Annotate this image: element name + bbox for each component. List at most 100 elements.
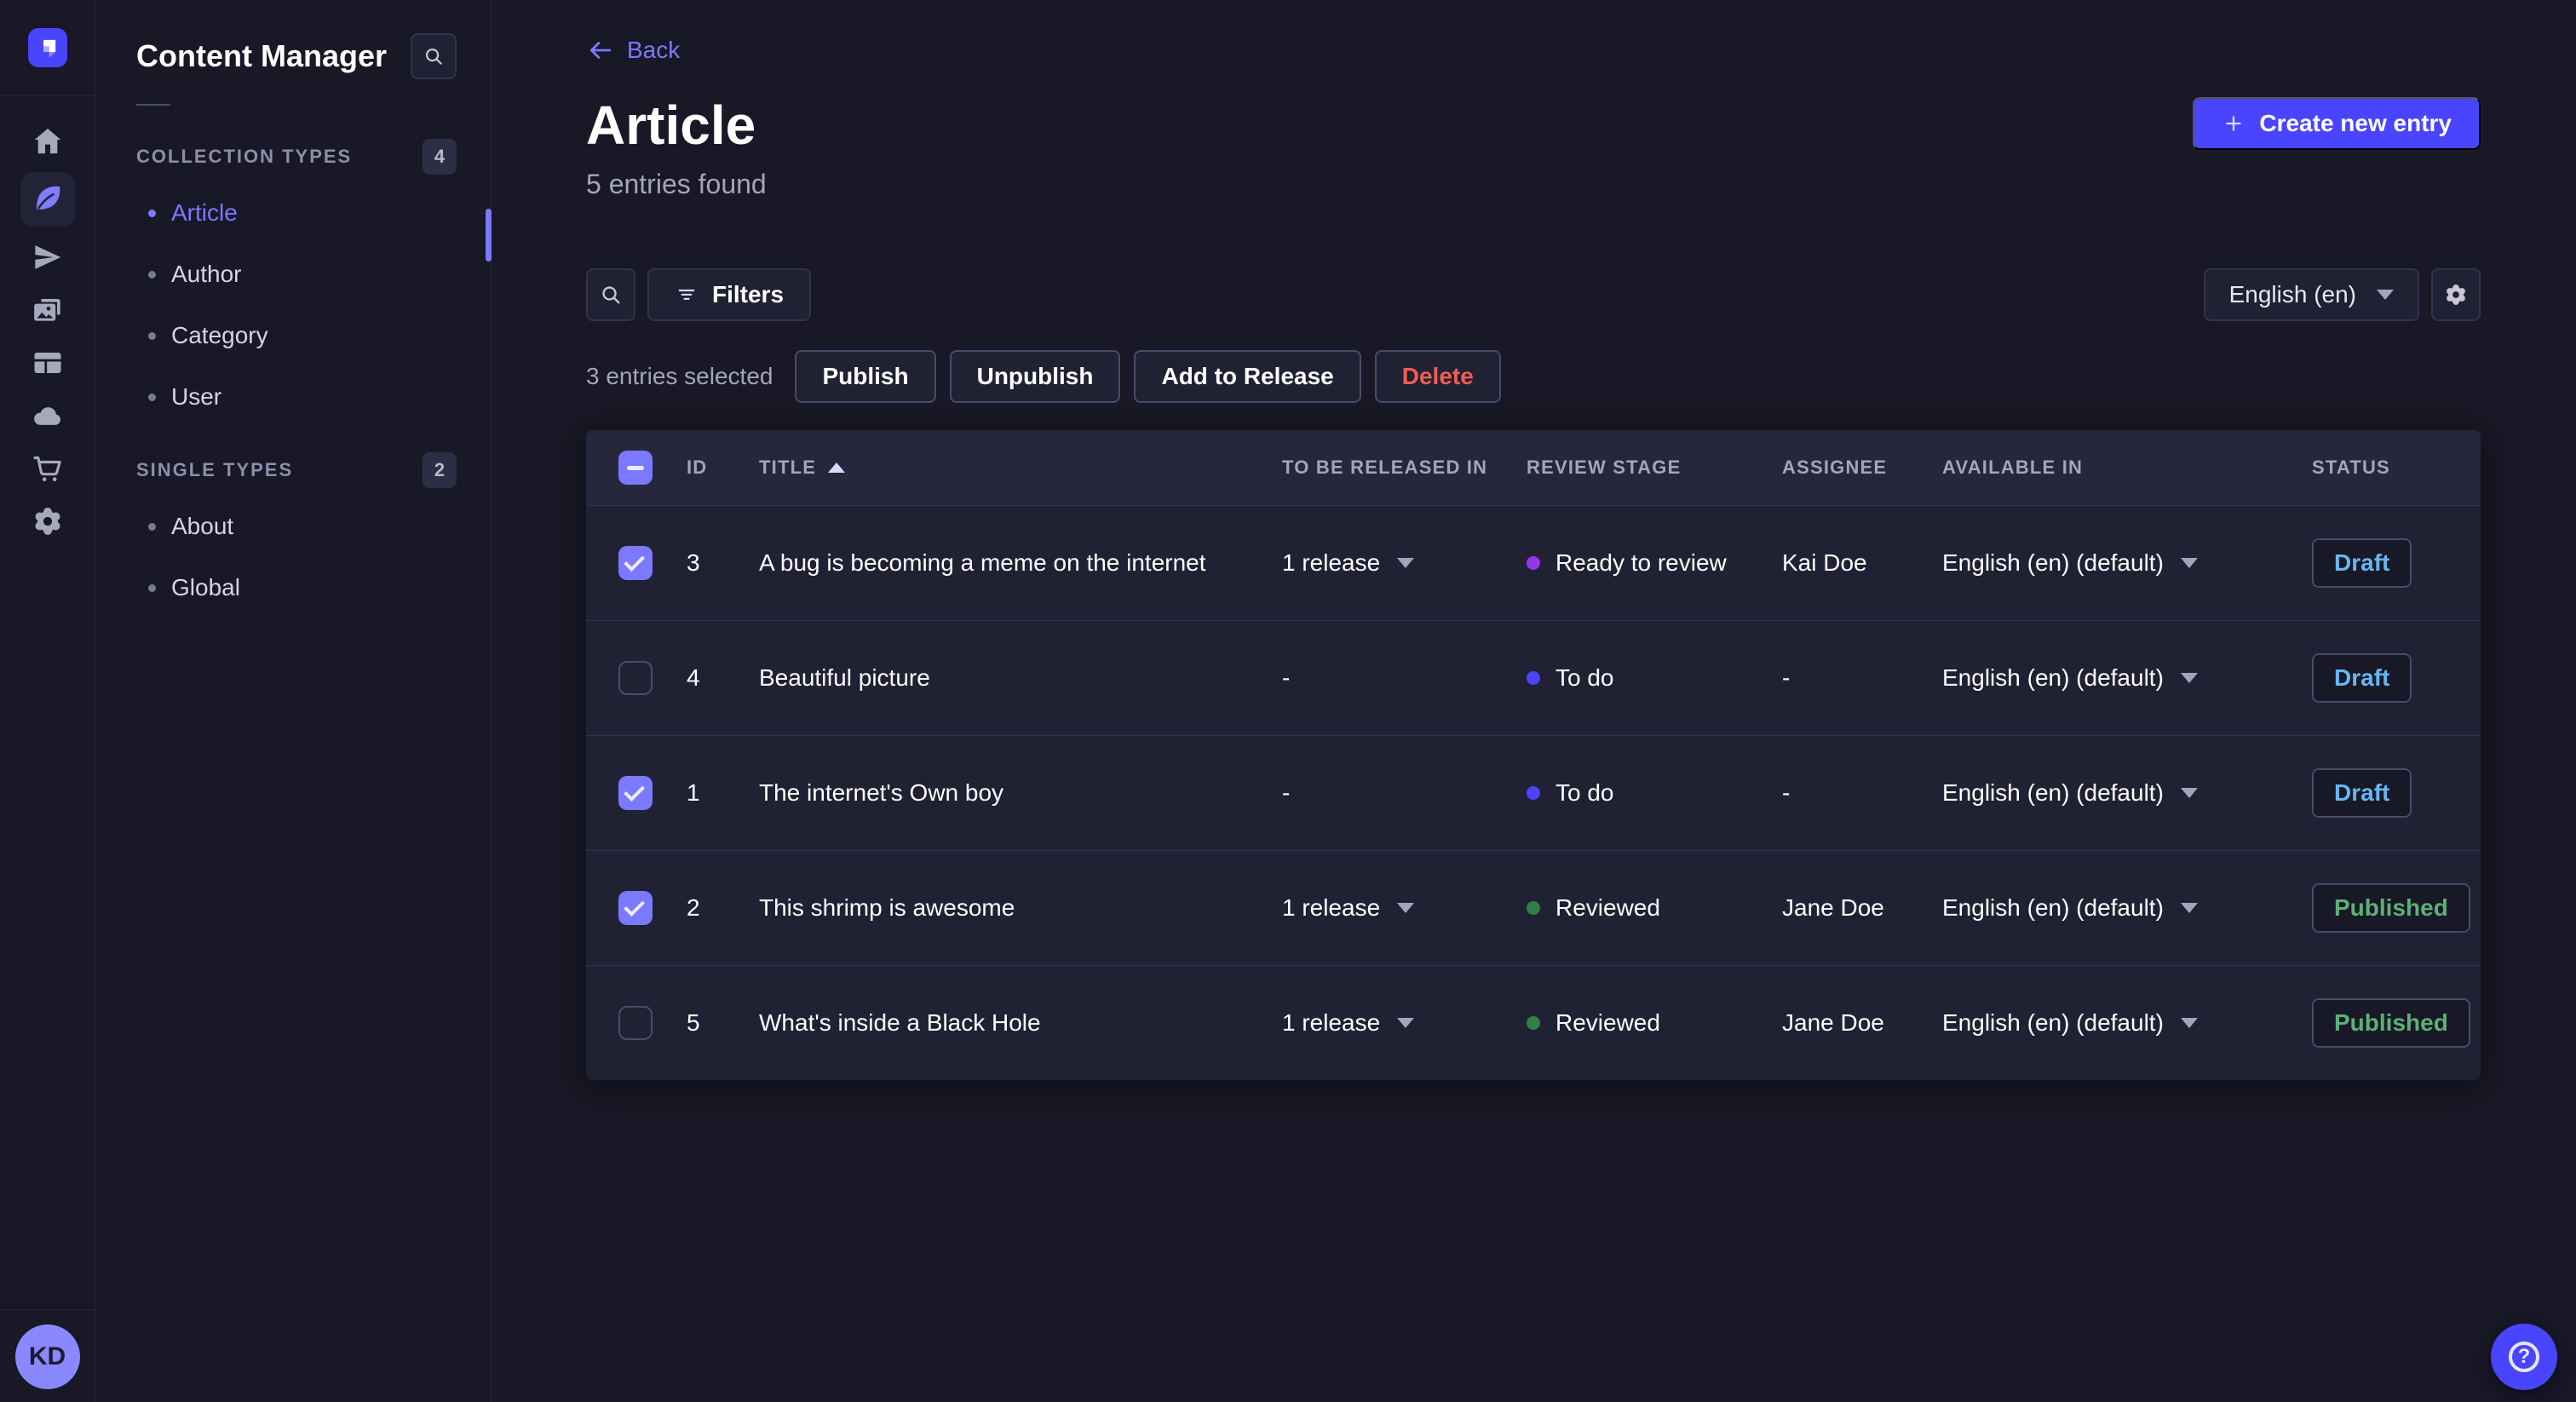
sidebar-item-label: About bbox=[171, 513, 234, 539]
cell-available-in[interactable]: English (en) (default) bbox=[1942, 664, 2312, 692]
user-avatar[interactable]: KD bbox=[14, 1324, 80, 1389]
subnav-search-button[interactable] bbox=[411, 33, 457, 79]
cell-review-stage: Ready to review bbox=[1527, 549, 1782, 577]
table-row[interactable]: 2 This shrimp is awesome 1 release Revie… bbox=[586, 850, 2481, 965]
stage-dot-icon bbox=[1527, 901, 1540, 915]
cell-title: A bug is becoming a meme on the internet bbox=[759, 549, 1206, 576]
chevron-down-icon[interactable] bbox=[2180, 903, 2198, 913]
cell-assignee: Jane Doe bbox=[1782, 1009, 1884, 1036]
table-header-row: ID TITLE TO BE RELEASED IN REVIEW STAGE … bbox=[586, 430, 2481, 505]
create-new-entry-label: Create new entry bbox=[2259, 110, 2452, 136]
column-header-released-in[interactable]: TO BE RELEASED IN bbox=[1282, 457, 1527, 479]
media-library-icon[interactable] bbox=[20, 284, 75, 336]
cell-released-in[interactable]: 1 release bbox=[1282, 894, 1527, 922]
rail-nav bbox=[0, 96, 95, 548]
marketplace-cart-icon[interactable] bbox=[20, 442, 75, 495]
bullet-icon bbox=[148, 583, 156, 592]
chevron-down-icon[interactable] bbox=[1397, 903, 1415, 913]
cell-available-in[interactable]: English (en) (default) bbox=[1942, 894, 2312, 922]
cell-assignee: Kai Doe bbox=[1782, 549, 1867, 576]
row-checkbox[interactable] bbox=[618, 776, 653, 810]
status-badge: Published bbox=[2312, 883, 2470, 933]
main-content: Back Article 5 entries found Create new … bbox=[492, 0, 2576, 1402]
cell-review-stage: To do bbox=[1527, 664, 1782, 692]
back-arrow-icon bbox=[589, 42, 612, 59]
chevron-down-icon[interactable] bbox=[2180, 558, 2198, 568]
cloud-icon[interactable] bbox=[20, 389, 75, 442]
chevron-down-icon[interactable] bbox=[1397, 1018, 1415, 1028]
row-checkbox[interactable] bbox=[618, 1006, 653, 1040]
help-button[interactable]: ? bbox=[2491, 1324, 2557, 1390]
chevron-down-icon[interactable] bbox=[2180, 673, 2198, 683]
sidebar-item-label: Global bbox=[171, 574, 240, 600]
view-settings-button[interactable] bbox=[2431, 268, 2481, 321]
filters-button[interactable]: Filters bbox=[647, 268, 812, 321]
selection-summary: 3 entries selected bbox=[586, 363, 773, 389]
content-manager-icon[interactable] bbox=[20, 172, 75, 227]
cell-available-in[interactable]: English (en) (default) bbox=[1942, 549, 2312, 577]
search-button[interactable] bbox=[586, 268, 635, 321]
cell-released-in[interactable]: 1 release bbox=[1282, 1009, 1527, 1037]
cell-id: 3 bbox=[687, 549, 700, 576]
row-checkbox[interactable] bbox=[618, 661, 653, 695]
cell-released-in: - bbox=[1282, 779, 1291, 806]
column-header-available-in[interactable]: AVAILABLE IN bbox=[1942, 457, 2312, 479]
cell-available-in[interactable]: English (en) (default) bbox=[1942, 779, 2312, 807]
row-checkbox[interactable] bbox=[618, 891, 653, 925]
sidebar-item-article[interactable]: Article bbox=[95, 182, 491, 244]
row-checkbox[interactable] bbox=[618, 546, 653, 580]
entries-table: ID TITLE TO BE RELEASED IN REVIEW STAGE … bbox=[586, 430, 2481, 1080]
select-all-checkbox[interactable] bbox=[618, 451, 653, 485]
column-header-title[interactable]: TITLE bbox=[759, 457, 1282, 479]
cell-available-in[interactable]: English (en) (default) bbox=[1942, 1009, 2312, 1037]
chevron-down-icon[interactable] bbox=[1397, 558, 1415, 568]
collection-types-section: COLLECTION TYPES 4 Article Author Catego… bbox=[95, 136, 491, 428]
column-header-status[interactable]: STATUS bbox=[2312, 457, 2481, 479]
table-row[interactable]: 1 The internet's Own boy - To do - Engli… bbox=[586, 735, 2481, 850]
plus-icon bbox=[2226, 116, 2242, 131]
cell-review-stage: To do bbox=[1527, 779, 1782, 807]
status-badge: Published bbox=[2312, 998, 2470, 1048]
content-manager-subnav: Content Manager COLLECTION TYPES 4 Artic… bbox=[95, 0, 492, 1402]
cell-released-in[interactable]: 1 release bbox=[1282, 549, 1527, 577]
chevron-down-icon[interactable] bbox=[2180, 788, 2198, 798]
cell-id: 5 bbox=[687, 1009, 700, 1036]
create-new-entry-button[interactable]: Create new entry bbox=[2193, 97, 2481, 150]
cell-id: 2 bbox=[687, 894, 700, 921]
table-row[interactable]: 3 A bug is becoming a meme on the intern… bbox=[586, 505, 2481, 620]
cell-assignee: - bbox=[1782, 664, 1791, 691]
unpublish-button[interactable]: Unpublish bbox=[949, 350, 1121, 403]
column-header-assignee[interactable]: ASSIGNEE bbox=[1782, 457, 1942, 479]
publish-button[interactable]: Publish bbox=[795, 350, 936, 403]
status-badge: Draft bbox=[2312, 538, 2412, 588]
filter-icon bbox=[678, 289, 695, 300]
sidebar-item-category[interactable]: Category bbox=[95, 305, 491, 366]
sidebar-item-user[interactable]: User bbox=[95, 366, 491, 428]
sidebar-item-global[interactable]: Global bbox=[95, 557, 491, 618]
sidebar-item-about[interactable]: About bbox=[95, 496, 491, 557]
home-icon[interactable] bbox=[20, 115, 75, 168]
table-row[interactable]: 4 Beautiful picture - To do - English (e… bbox=[586, 620, 2481, 735]
strapi-logo[interactable] bbox=[0, 0, 95, 96]
sidebar-item-label: Author bbox=[171, 261, 242, 287]
stage-dot-icon bbox=[1527, 556, 1540, 570]
filters-label: Filters bbox=[712, 281, 785, 307]
back-link[interactable]: Back bbox=[586, 36, 680, 65]
chevron-down-icon[interactable] bbox=[2180, 1018, 2198, 1028]
delete-button[interactable]: Delete bbox=[1374, 350, 1501, 403]
rail-user-section: KD bbox=[0, 1309, 95, 1402]
locale-select[interactable]: English (en) bbox=[2203, 268, 2419, 321]
stage-dot-icon bbox=[1527, 1016, 1540, 1030]
add-to-release-button[interactable]: Add to Release bbox=[1134, 350, 1361, 403]
column-header-review-stage[interactable]: REVIEW STAGE bbox=[1527, 457, 1782, 479]
releases-icon[interactable] bbox=[20, 231, 75, 284]
content-type-builder-icon[interactable] bbox=[20, 336, 75, 389]
sidebar-item-label: Category bbox=[171, 322, 268, 348]
column-header-id[interactable]: ID bbox=[687, 457, 759, 479]
settings-gear-icon[interactable] bbox=[20, 495, 75, 548]
cell-review-stage: Reviewed bbox=[1527, 1009, 1782, 1037]
cell-title: This shrimp is awesome bbox=[759, 894, 1015, 921]
table-row[interactable]: 5 What's inside a Black Hole 1 release R… bbox=[586, 965, 2481, 1080]
sidebar-item-author[interactable]: Author bbox=[95, 244, 491, 305]
cell-id: 1 bbox=[687, 779, 700, 806]
